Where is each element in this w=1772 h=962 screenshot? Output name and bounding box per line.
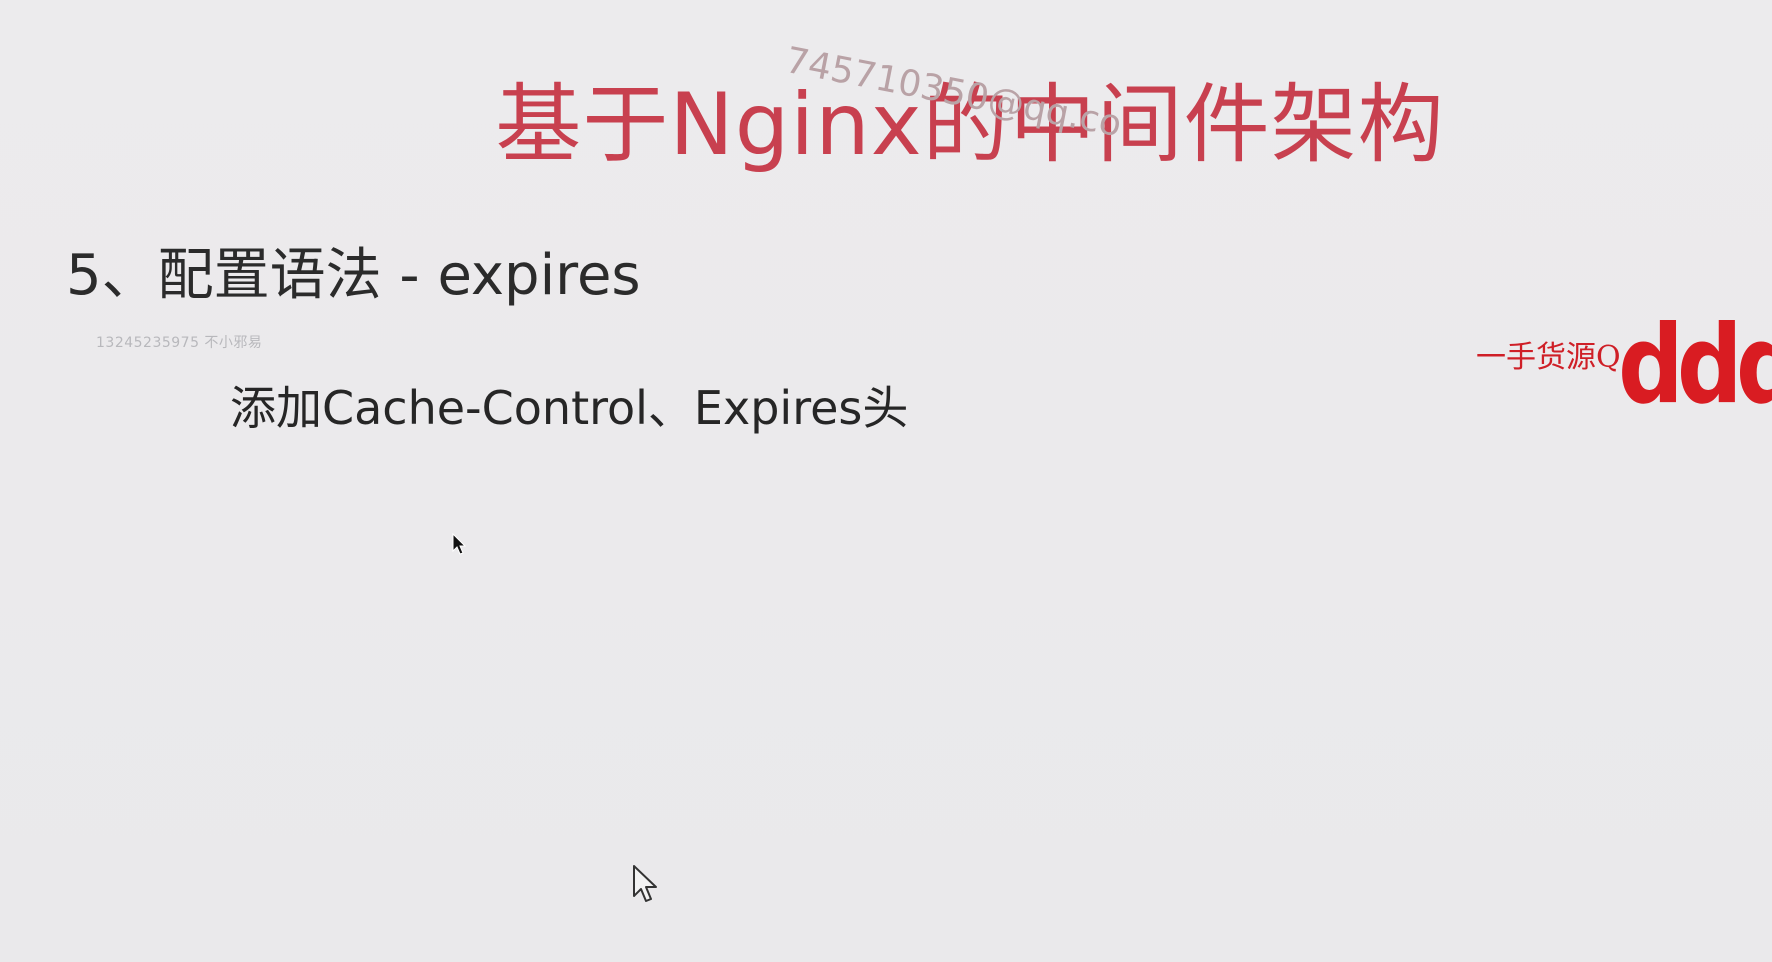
vendor-logo: dddd — [1618, 318, 1772, 414]
vendor-watermark: 一手货源Q — [1476, 340, 1621, 375]
vendor-logo-text: dddd — [1618, 318, 1772, 414]
presentation-slide: 基于Nginx的中间件架构 745710350@qq.co 5、配置语法 - e… — [0, 0, 1772, 962]
pointer-cursor-icon — [633, 865, 657, 902]
arrow-cursor-icon — [452, 533, 467, 555]
bullet-point: 添加Cache-Control、Expires头 — [230, 381, 909, 435]
contact-watermark: 13245235975 不小邪易 — [96, 335, 263, 351]
section-heading: 5、配置语法 - expires — [66, 243, 641, 308]
